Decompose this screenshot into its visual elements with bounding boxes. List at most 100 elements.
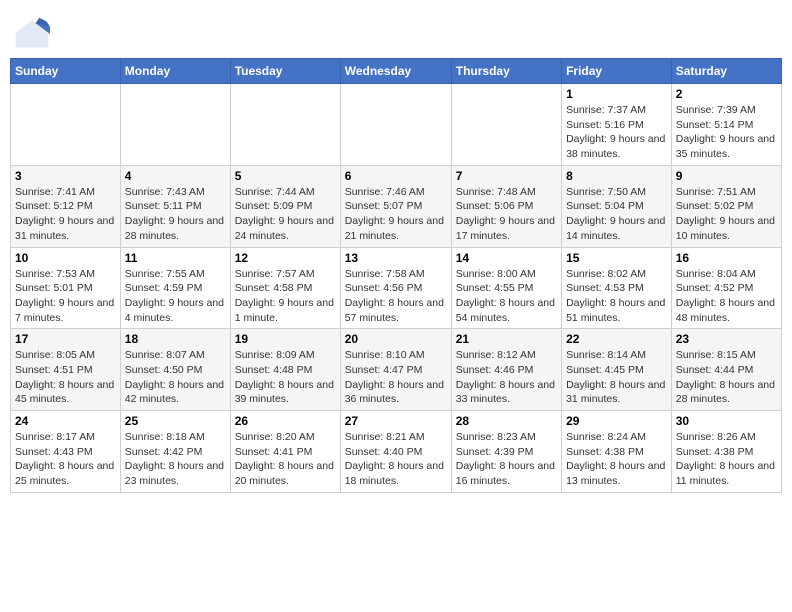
- column-header-wednesday: Wednesday: [340, 59, 451, 84]
- day-info: Sunrise: 8:17 AM Sunset: 4:43 PM Dayligh…: [15, 430, 116, 489]
- calendar-week-row: 10 Sunrise: 7:53 AM Sunset: 5:01 PM Dayli…: [11, 247, 782, 329]
- day-number: 2: [676, 87, 777, 101]
- day-info: Sunrise: 8:05 AM Sunset: 4:51 PM Dayligh…: [15, 348, 116, 407]
- day-number: 21: [456, 332, 557, 346]
- calendar-cell: 16 Sunrise: 8:04 AM Sunset: 4:52 PM Dayli…: [671, 247, 781, 329]
- logo: [14, 16, 54, 52]
- day-info: Sunrise: 7:55 AM Sunset: 4:59 PM Dayligh…: [125, 267, 226, 326]
- day-info: Sunrise: 7:58 AM Sunset: 4:56 PM Dayligh…: [345, 267, 447, 326]
- day-number: 9: [676, 169, 777, 183]
- calendar-cell: [230, 84, 340, 166]
- day-number: 5: [235, 169, 336, 183]
- day-number: 15: [566, 251, 667, 265]
- day-number: 22: [566, 332, 667, 346]
- day-info: Sunrise: 7:46 AM Sunset: 5:07 PM Dayligh…: [345, 185, 447, 244]
- calendar-table: SundayMondayTuesdayWednesdayThursdayFrid…: [10, 58, 782, 493]
- calendar-cell: 14 Sunrise: 8:00 AM Sunset: 4:55 PM Dayli…: [451, 247, 561, 329]
- calendar-cell: 30 Sunrise: 8:26 AM Sunset: 4:38 PM Dayli…: [671, 411, 781, 493]
- day-info: Sunrise: 7:51 AM Sunset: 5:02 PM Dayligh…: [676, 185, 777, 244]
- day-info: Sunrise: 8:20 AM Sunset: 4:41 PM Dayligh…: [235, 430, 336, 489]
- day-info: Sunrise: 7:43 AM Sunset: 5:11 PM Dayligh…: [125, 185, 226, 244]
- calendar-cell: 12Sunrise: 7:57 AM Sunset: 4:58 PM Dayli…: [230, 247, 340, 329]
- day-number: 26: [235, 414, 336, 428]
- calendar-cell: [11, 84, 121, 166]
- calendar-cell: 25Sunrise: 8:18 AM Sunset: 4:42 PM Dayli…: [120, 411, 230, 493]
- calendar-header-row: SundayMondayTuesdayWednesdayThursdayFrid…: [11, 59, 782, 84]
- calendar-cell: 15Sunrise: 8:02 AM Sunset: 4:53 PM Dayli…: [562, 247, 672, 329]
- calendar-cell: 17 Sunrise: 8:05 AM Sunset: 4:51 PM Dayli…: [11, 329, 121, 411]
- day-info: Sunrise: 8:23 AM Sunset: 4:39 PM Dayligh…: [456, 430, 557, 489]
- calendar-cell: [451, 84, 561, 166]
- day-number: 27: [345, 414, 447, 428]
- day-number: 23: [676, 332, 777, 346]
- column-header-thursday: Thursday: [451, 59, 561, 84]
- day-number: 6: [345, 169, 447, 183]
- day-info: Sunrise: 8:04 AM Sunset: 4:52 PM Dayligh…: [676, 267, 777, 326]
- day-info: Sunrise: 7:44 AM Sunset: 5:09 PM Dayligh…: [235, 185, 336, 244]
- calendar-cell: 9 Sunrise: 7:51 AM Sunset: 5:02 PM Daylig…: [671, 165, 781, 247]
- calendar-cell: 24 Sunrise: 8:17 AM Sunset: 4:43 PM Dayli…: [11, 411, 121, 493]
- day-number: 30: [676, 414, 777, 428]
- calendar-cell: 5 Sunrise: 7:44 AM Sunset: 5:09 PM Daylig…: [230, 165, 340, 247]
- page-header: [10, 10, 782, 52]
- day-number: 28: [456, 414, 557, 428]
- day-number: 10: [15, 251, 116, 265]
- day-number: 18: [125, 332, 226, 346]
- calendar-week-row: 17 Sunrise: 8:05 AM Sunset: 4:51 PM Dayli…: [11, 329, 782, 411]
- calendar-cell: 20 Sunrise: 8:10 AM Sunset: 4:47 PM Dayli…: [340, 329, 451, 411]
- column-header-friday: Friday: [562, 59, 672, 84]
- calendar-week-row: 3 Sunrise: 7:41 AM Sunset: 5:12 PM Daylig…: [11, 165, 782, 247]
- day-number: 29: [566, 414, 667, 428]
- day-info: Sunrise: 7:48 AM Sunset: 5:06 PM Dayligh…: [456, 185, 557, 244]
- calendar-cell: 26 Sunrise: 8:20 AM Sunset: 4:41 PM Dayli…: [230, 411, 340, 493]
- column-header-saturday: Saturday: [671, 59, 781, 84]
- day-number: 12: [235, 251, 336, 265]
- day-number: 4: [125, 169, 226, 183]
- day-info: Sunrise: 8:09 AM Sunset: 4:48 PM Dayligh…: [235, 348, 336, 407]
- calendar-cell: 29 Sunrise: 8:24 AM Sunset: 4:38 PM Dayli…: [562, 411, 672, 493]
- day-number: 13: [345, 251, 447, 265]
- day-info: Sunrise: 7:53 AM Sunset: 5:01 PM Dayligh…: [15, 267, 116, 326]
- calendar-cell: 1 Sunrise: 7:37 AM Sunset: 5:16 PM Daylig…: [562, 84, 672, 166]
- day-number: 8: [566, 169, 667, 183]
- day-info: Sunrise: 7:41 AM Sunset: 5:12 PM Dayligh…: [15, 185, 116, 244]
- day-info: Sunrise: 7:37 AM Sunset: 5:16 PM Dayligh…: [566, 103, 667, 162]
- day-info: Sunrise: 8:10 AM Sunset: 4:47 PM Dayligh…: [345, 348, 447, 407]
- day-number: 3: [15, 169, 116, 183]
- calendar-cell: 3 Sunrise: 7:41 AM Sunset: 5:12 PM Daylig…: [11, 165, 121, 247]
- calendar-cell: 7Sunrise: 7:48 AM Sunset: 5:06 PM Daylig…: [451, 165, 561, 247]
- calendar-cell: 11 Sunrise: 7:55 AM Sunset: 4:59 PM Dayli…: [120, 247, 230, 329]
- calendar-cell: 8 Sunrise: 7:50 AM Sunset: 5:04 PM Daylig…: [562, 165, 672, 247]
- day-info: Sunrise: 8:14 AM Sunset: 4:45 PM Dayligh…: [566, 348, 667, 407]
- day-info: Sunrise: 8:00 AM Sunset: 4:55 PM Dayligh…: [456, 267, 557, 326]
- calendar-cell: 22 Sunrise: 8:14 AM Sunset: 4:45 PM Dayli…: [562, 329, 672, 411]
- logo-icon: [14, 16, 50, 52]
- day-number: 20: [345, 332, 447, 346]
- calendar-cell: 19 Sunrise: 8:09 AM Sunset: 4:48 PM Dayli…: [230, 329, 340, 411]
- calendar-cell: 21Sunrise: 8:12 AM Sunset: 4:46 PM Dayli…: [451, 329, 561, 411]
- day-number: 19: [235, 332, 336, 346]
- calendar-week-row: 24 Sunrise: 8:17 AM Sunset: 4:43 PM Dayli…: [11, 411, 782, 493]
- column-header-monday: Monday: [120, 59, 230, 84]
- day-number: 1: [566, 87, 667, 101]
- calendar-cell: 2Sunrise: 7:39 AM Sunset: 5:14 PM Daylig…: [671, 84, 781, 166]
- calendar-cell: 13 Sunrise: 7:58 AM Sunset: 4:56 PM Dayli…: [340, 247, 451, 329]
- day-info: Sunrise: 7:50 AM Sunset: 5:04 PM Dayligh…: [566, 185, 667, 244]
- day-number: 24: [15, 414, 116, 428]
- calendar-cell: 23 Sunrise: 8:15 AM Sunset: 4:44 PM Dayli…: [671, 329, 781, 411]
- day-info: Sunrise: 8:07 AM Sunset: 4:50 PM Dayligh…: [125, 348, 226, 407]
- calendar-cell: 27Sunrise: 8:21 AM Sunset: 4:40 PM Dayli…: [340, 411, 451, 493]
- calendar-cell: 4 Sunrise: 7:43 AM Sunset: 5:11 PM Daylig…: [120, 165, 230, 247]
- day-number: 17: [15, 332, 116, 346]
- calendar-cell: 10 Sunrise: 7:53 AM Sunset: 5:01 PM Dayli…: [11, 247, 121, 329]
- day-info: Sunrise: 8:24 AM Sunset: 4:38 PM Dayligh…: [566, 430, 667, 489]
- day-number: 16: [676, 251, 777, 265]
- calendar-week-row: 1 Sunrise: 7:37 AM Sunset: 5:16 PM Daylig…: [11, 84, 782, 166]
- day-info: Sunrise: 8:15 AM Sunset: 4:44 PM Dayligh…: [676, 348, 777, 407]
- day-number: 11: [125, 251, 226, 265]
- calendar-cell: 28 Sunrise: 8:23 AM Sunset: 4:39 PM Dayli…: [451, 411, 561, 493]
- day-number: 14: [456, 251, 557, 265]
- calendar-cell: 18 Sunrise: 8:07 AM Sunset: 4:50 PM Dayli…: [120, 329, 230, 411]
- column-header-sunday: Sunday: [11, 59, 121, 84]
- day-info: Sunrise: 8:26 AM Sunset: 4:38 PM Dayligh…: [676, 430, 777, 489]
